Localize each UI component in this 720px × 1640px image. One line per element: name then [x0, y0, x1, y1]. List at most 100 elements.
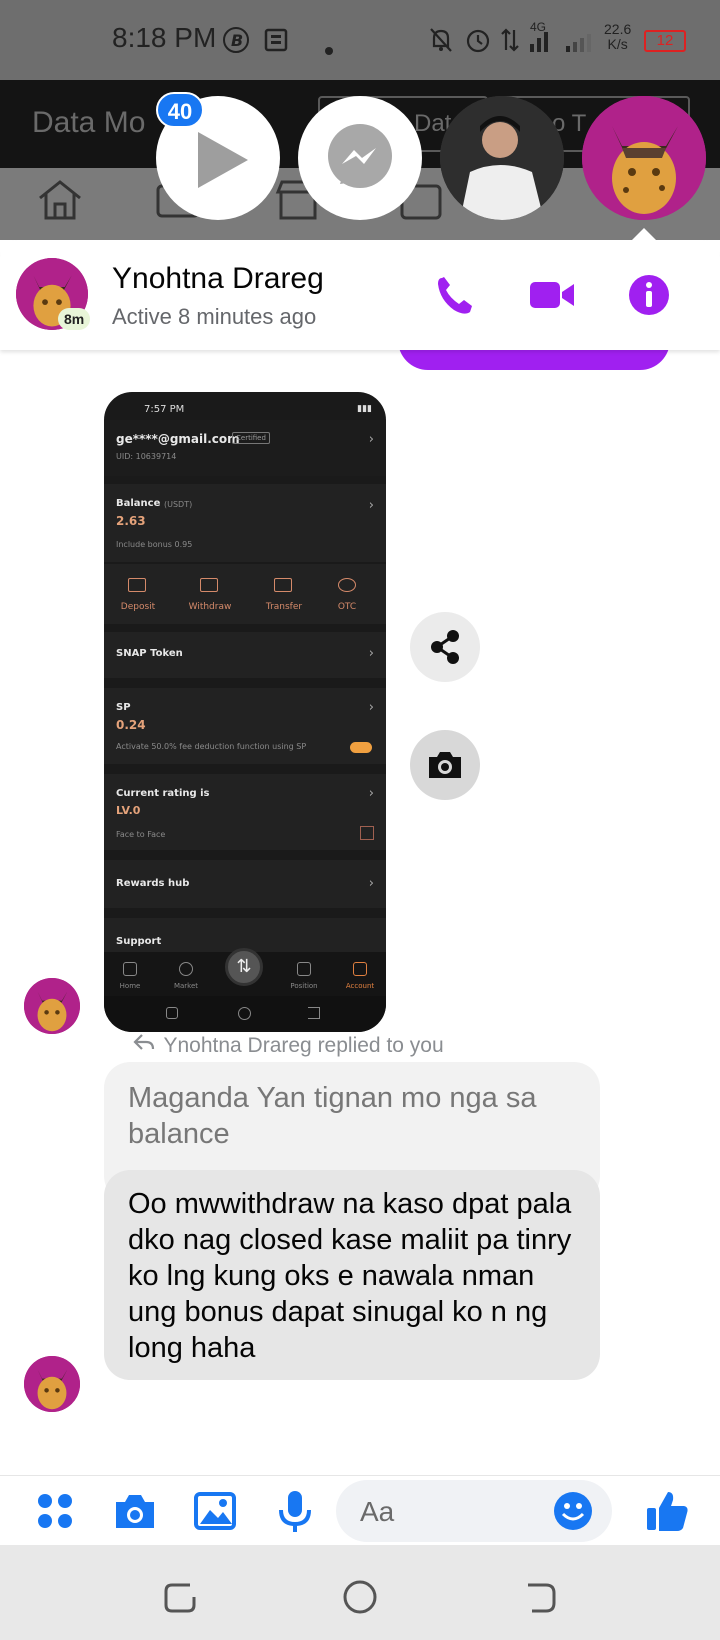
shot-market-icon [179, 962, 193, 976]
info-icon[interactable] [626, 272, 672, 318]
shot-rating-value: LV.0 [116, 804, 141, 817]
home-icon[interactable] [34, 176, 86, 224]
bitcoin-icon: B [222, 26, 250, 60]
back-icon[interactable] [520, 1577, 560, 1617]
shot-tab-home: Home [119, 982, 141, 990]
shot-account-icon [353, 962, 367, 976]
shot-rewards-row: Rewards hub › [104, 860, 386, 908]
chevron-right-icon: › [368, 876, 374, 891]
shot-certified-badge: Certified [232, 432, 270, 444]
sent-message-bubble[interactable] [398, 350, 670, 370]
shot-tab-position: Position [290, 982, 318, 990]
shot-tab-account: Account [345, 982, 375, 990]
gallery-icon[interactable] [192, 1488, 238, 1534]
shot-balance-unit: (USDT) [164, 500, 193, 509]
chevron-right-icon: › [368, 432, 374, 447]
emoji-icon[interactable] [552, 1490, 594, 1532]
net-speed: 22.6 K/s [604, 22, 631, 52]
sender-avatar[interactable] [24, 1356, 80, 1412]
leopard-avatar [24, 978, 80, 1034]
alarm-icon [464, 26, 492, 60]
share-button[interactable] [410, 612, 480, 682]
status-bar: 8:18 PM B 4G 22.6 K/s 12 [0, 0, 720, 80]
shot-action-otc: OTC [337, 602, 357, 612]
qr-icon [360, 826, 374, 840]
shot-tab-market: Market [173, 982, 199, 990]
contact-photo-chat-head[interactable] [440, 96, 564, 220]
video-call-icon[interactable] [528, 272, 578, 318]
active-time-tag: 8m [58, 308, 91, 330]
save-photo-button[interactable] [410, 730, 480, 800]
news-icon [262, 26, 290, 60]
shot-balance-label: Balance [116, 498, 161, 509]
otc-icon [338, 578, 356, 592]
shot-account-section: ge****@gmail.com Certified UID: 10639714… [104, 420, 386, 476]
background-app-title: Data Mo [32, 106, 146, 139]
leopard-avatar [582, 96, 706, 220]
mute-bell-icon [428, 26, 454, 60]
shot-status-time: 7:57 PM [144, 404, 185, 415]
shot-support-row: Support [104, 918, 386, 952]
chevron-right-icon: › [368, 786, 374, 801]
net-speed-value: 22.6 [604, 21, 632, 37]
sender-avatar[interactable] [24, 978, 80, 1034]
chevron-right-icon: › [368, 646, 374, 661]
shot-action-withdraw: Withdraw [188, 602, 232, 612]
chevron-right-icon: › [368, 498, 374, 513]
person-photo [440, 96, 564, 220]
shot-position-icon [297, 962, 311, 976]
battery-indicator: 12 [644, 30, 686, 52]
shot-action-transfer: Transfer [265, 602, 303, 612]
recents-icon[interactable] [160, 1577, 200, 1617]
share-icon [431, 630, 459, 664]
shot-balance-section: Balance (USDT) 2.63 Include bonus 0.95 › [104, 484, 386, 562]
leopard-avatar [24, 1356, 80, 1412]
chat-header: 8m Ynohtna Drareg Active 8 minutes ago [0, 240, 720, 350]
sp-toggle [350, 742, 372, 753]
message-list[interactable]: 7:57 PM ▮▮▮ ge****@gmail.com Certified U… [0, 350, 720, 1475]
network-type: 4G [530, 20, 547, 34]
contact-status: Active 8 minutes ago [112, 304, 317, 329]
message-composer: Aa [0, 1475, 720, 1545]
shot-balance-value: 2.63 [116, 514, 146, 528]
shot-status-icons: ▮▮▮ [357, 404, 372, 414]
camera-icon [429, 752, 461, 778]
thumbs-up-icon[interactable] [644, 1488, 690, 1534]
shot-support: Support [116, 936, 162, 947]
home-nav-icon[interactable] [340, 1577, 380, 1617]
more-actions-icon[interactable] [32, 1488, 78, 1534]
shot-rating-note: Face to Face [116, 830, 166, 839]
signal-icon: 4G [528, 20, 598, 60]
messenger-chat-head[interactable] [298, 96, 422, 220]
chat-head-pointer [632, 228, 656, 240]
shot-back-icon [308, 1007, 320, 1019]
message-input-placeholder: Aa [360, 1496, 395, 1527]
shot-rating-label: Current rating is [116, 788, 210, 799]
shot-action-deposit: Deposit [120, 602, 156, 612]
camera-icon[interactable] [112, 1488, 158, 1534]
phone-call-icon[interactable] [432, 272, 478, 318]
chat-panel: 8m Ynohtna Drareg Active 8 minutes ago 7… [0, 240, 720, 1545]
chevron-right-icon: › [368, 700, 374, 715]
transfer-icon [274, 578, 292, 592]
reply-indicator: Ynohtna Drareg replied to you [132, 1032, 444, 1058]
contact-name[interactable]: Ynohtna Drareg [112, 262, 324, 296]
shot-bonus-note: Include bonus 0.95 [116, 540, 193, 549]
shot-actions-row: Deposit Withdraw Transfer OTC [104, 564, 386, 624]
status-time: 8:18 PM [112, 22, 217, 53]
data-transfer-icon [500, 26, 520, 60]
shot-uid: UID: 10639714 [116, 452, 177, 461]
shot-sp-value: 0.24 [116, 718, 146, 732]
shot-trade-icon: ⇅ [225, 948, 263, 986]
microphone-icon[interactable] [272, 1488, 318, 1534]
shot-rating-section: Current rating is LV.0 Face to Face › [104, 774, 386, 850]
shot-sp-section: SP 0.24 Activate 50.0% fee deduction fun… [104, 688, 386, 764]
leopard-avatar-chat-head[interactable] [582, 96, 706, 220]
shot-nav-bar [104, 996, 386, 1032]
net-speed-unit: K/s [607, 36, 628, 52]
message-input[interactable]: Aa [336, 1480, 612, 1542]
unread-badge: 40 [156, 92, 204, 128]
shared-screenshot[interactable]: 7:57 PM ▮▮▮ ge****@gmail.com Certified U… [104, 392, 386, 1032]
dot-icon [324, 36, 334, 62]
received-message-bubble[interactable]: Oo mwwithdraw na kaso dpat pala dko nag … [104, 1170, 600, 1380]
